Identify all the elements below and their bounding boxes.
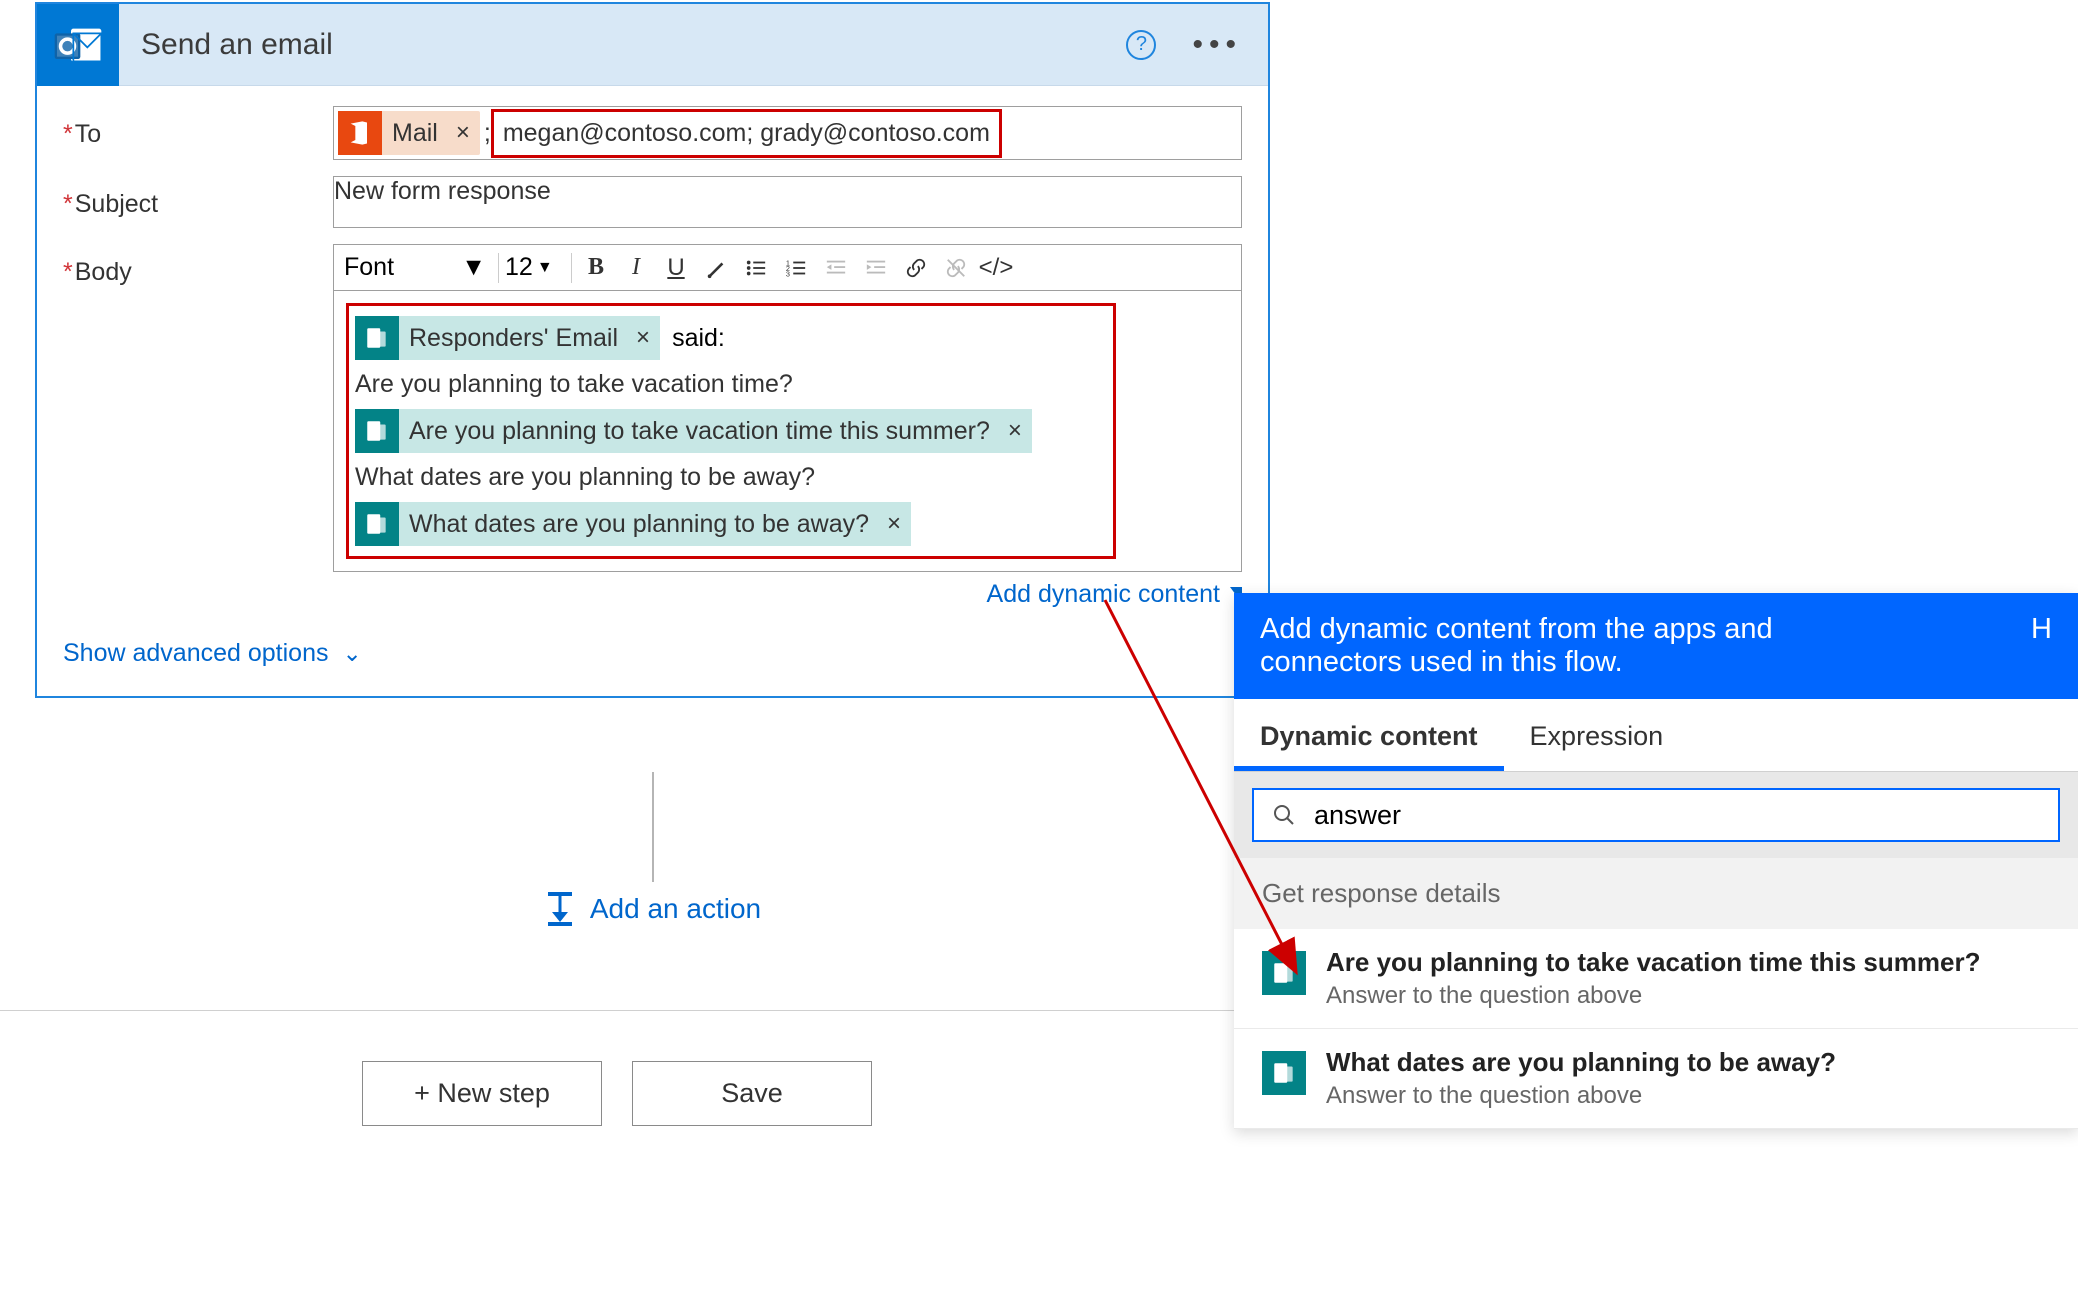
bullet-list-button[interactable]: [738, 250, 774, 286]
forms-icon: [1262, 1051, 1306, 1095]
add-dynamic-content-link[interactable]: Add dynamic content: [333, 580, 1242, 609]
body-content-highlight: Responders' Email × said: Are you planni…: [346, 303, 1116, 559]
to-label: *To: [63, 106, 333, 149]
font-selector[interactable]: Font ▼: [344, 253, 492, 282]
add-action-area: Add an action: [35, 772, 1270, 936]
add-action-button[interactable]: Add an action: [536, 882, 769, 936]
chevron-down-icon: ▼: [461, 253, 486, 282]
subject-input[interactable]: New form response: [333, 176, 1242, 228]
unlink-button[interactable]: [938, 250, 974, 286]
show-advanced-options-link[interactable]: Show advanced options ⌄: [63, 639, 1242, 668]
body-line-2: What dates are you planning to be away?: [355, 463, 1107, 492]
forms-icon: [355, 502, 399, 546]
field-row-body: *Body Font ▼ 12▼ B I U: [63, 244, 1242, 609]
link-button[interactable]: [898, 250, 934, 286]
search-field[interactable]: [1314, 800, 2040, 831]
to-emails-text[interactable]: megan@contoso.com; grady@contoso.com: [503, 119, 990, 147]
office-icon: [338, 111, 382, 155]
card-header[interactable]: Send an email ? •••: [37, 4, 1268, 86]
item-title: Are you planning to take vacation time t…: [1326, 947, 1980, 978]
new-step-button[interactable]: + New step: [362, 1061, 602, 1126]
bold-button[interactable]: B: [578, 250, 614, 286]
indent-button[interactable]: [858, 250, 894, 286]
card-body: *To Mail × ; megan@contoso.com; grady@co…: [37, 86, 1268, 696]
insert-icon: [544, 890, 576, 928]
to-input[interactable]: Mail × ; megan@contoso.com; grady@contos…: [333, 106, 1242, 160]
outdent-button[interactable]: [818, 250, 854, 286]
forms-icon: [355, 316, 399, 360]
body-editor[interactable]: Responders' Email × said: Are you planni…: [333, 290, 1242, 572]
dynamic-item-vacation[interactable]: Are you planning to take vacation time t…: [1234, 929, 2078, 1029]
code-view-button[interactable]: </>: [978, 250, 1014, 286]
remove-token-icon[interactable]: ×: [877, 510, 911, 538]
vacation-question-token[interactable]: Are you planning to take vacation time t…: [355, 409, 1032, 453]
remove-token-icon[interactable]: ×: [446, 119, 480, 147]
help-icon[interactable]: ?: [1126, 30, 1156, 60]
svg-text:3: 3: [786, 269, 790, 278]
more-icon[interactable]: •••: [1192, 28, 1242, 62]
body-label: *Body: [63, 244, 333, 287]
body-line-1: Are you planning to take vacation time?: [355, 370, 1107, 399]
mail-token[interactable]: Mail ×: [338, 111, 480, 155]
item-title: What dates are you planning to be away?: [1326, 1047, 1836, 1078]
dynamic-search-input[interactable]: [1252, 788, 2060, 842]
search-wrap: [1234, 772, 2078, 858]
subject-value[interactable]: New form response: [334, 177, 551, 227]
dynamic-content-panel: Add dynamic content from the apps and co…: [1234, 593, 2078, 1129]
chevron-down-icon: ⌄: [342, 640, 361, 667]
forms-icon: [1262, 951, 1306, 995]
font-size-selector[interactable]: 12▼: [505, 253, 565, 282]
italic-button[interactable]: I: [618, 250, 654, 286]
remove-token-icon[interactable]: ×: [998, 417, 1032, 445]
connector-line: [652, 772, 654, 882]
outlook-icon: [37, 4, 119, 86]
tab-dynamic-content[interactable]: Dynamic content: [1234, 699, 1504, 771]
bottom-bar: + New step Save: [0, 1010, 1234, 1126]
dynamic-panel-header: Add dynamic content from the apps and co…: [1234, 593, 2078, 699]
subject-label: *Subject: [63, 176, 333, 219]
dynamic-panel-tabs: Dynamic content Expression: [1234, 699, 2078, 772]
tab-expression[interactable]: Expression: [1504, 699, 1690, 771]
save-button[interactable]: Save: [632, 1061, 872, 1126]
underline-button[interactable]: U: [658, 250, 694, 286]
dates-question-token[interactable]: What dates are you planning to be away? …: [355, 502, 911, 546]
field-row-to: *To Mail × ; megan@contoso.com; grady@co…: [63, 106, 1242, 160]
color-picker-button[interactable]: [698, 250, 734, 286]
rich-text-toolbar: Font ▼ 12▼ B I U: [333, 244, 1242, 290]
body-text-said: said:: [672, 324, 725, 353]
field-row-subject: *Subject New form response: [63, 176, 1242, 228]
hide-link[interactable]: H: [2031, 613, 2052, 646]
card-title: Send an email: [141, 28, 1126, 62]
item-subtitle: Answer to the question above: [1326, 1082, 1836, 1110]
forms-icon: [355, 409, 399, 453]
mail-token-label: Mail: [392, 119, 438, 148]
search-icon: [1272, 803, 1296, 827]
numbered-list-button[interactable]: 123: [778, 250, 814, 286]
remove-token-icon[interactable]: ×: [626, 324, 660, 352]
send-email-card: Send an email ? ••• *To Mail × ;: [35, 2, 1270, 698]
section-header: Get response details: [1234, 858, 2078, 929]
responders-email-token[interactable]: Responders' Email ×: [355, 316, 660, 360]
dynamic-item-dates[interactable]: What dates are you planning to be away? …: [1234, 1029, 2078, 1129]
item-subtitle: Answer to the question above: [1326, 982, 1980, 1010]
